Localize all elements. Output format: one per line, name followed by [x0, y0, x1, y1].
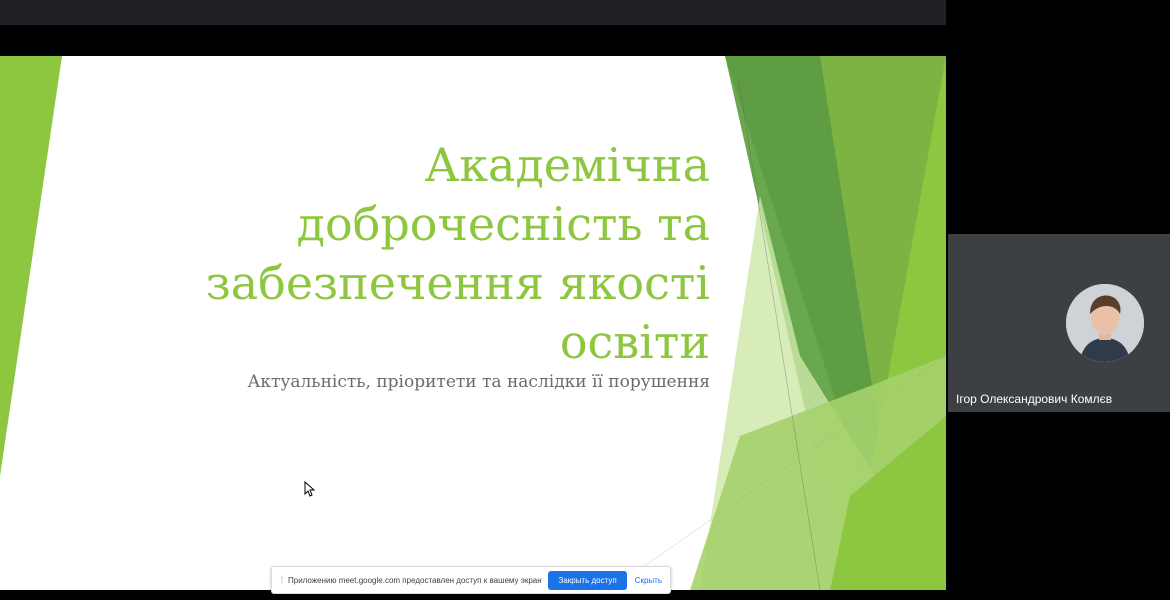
- drag-handle-icon[interactable]: ⁞: [276, 575, 288, 585]
- hide-share-bar-link[interactable]: Скрыть: [635, 576, 662, 585]
- slide-title: Академічна доброчесність та забезпечення…: [150, 136, 710, 372]
- top-strip: [0, 0, 946, 25]
- slide-title-line: Академічна: [424, 138, 710, 192]
- screen-share-bar: ⁞ Приложению meet.google.com предоставле…: [271, 566, 671, 594]
- share-message: Приложению meet.google.com предоставлен …: [288, 575, 543, 585]
- slide-title-line: освіти: [559, 315, 710, 369]
- slide-subtitle: Актуальність, пріоритети та наслідки її …: [247, 372, 710, 392]
- avatar: [1066, 284, 1144, 362]
- slide-title-line: доброчесність та: [296, 197, 710, 251]
- slide-title-line: забезпечення якості: [205, 256, 710, 310]
- mouse-cursor-icon: [304, 481, 316, 497]
- participant-tile[interactable]: Ігор Олександрович Комлєв: [948, 234, 1170, 412]
- meeting-screen: Академічна доброчесність та забезпечення…: [0, 0, 1170, 600]
- presentation-slide: Академічна доброчесність та забезпечення…: [0, 56, 946, 590]
- participant-name: Ігор Олександрович Комлєв: [956, 392, 1113, 406]
- avatar-photo-icon: [1066, 284, 1144, 362]
- stop-sharing-button[interactable]: Закрыть доступ: [548, 570, 627, 590]
